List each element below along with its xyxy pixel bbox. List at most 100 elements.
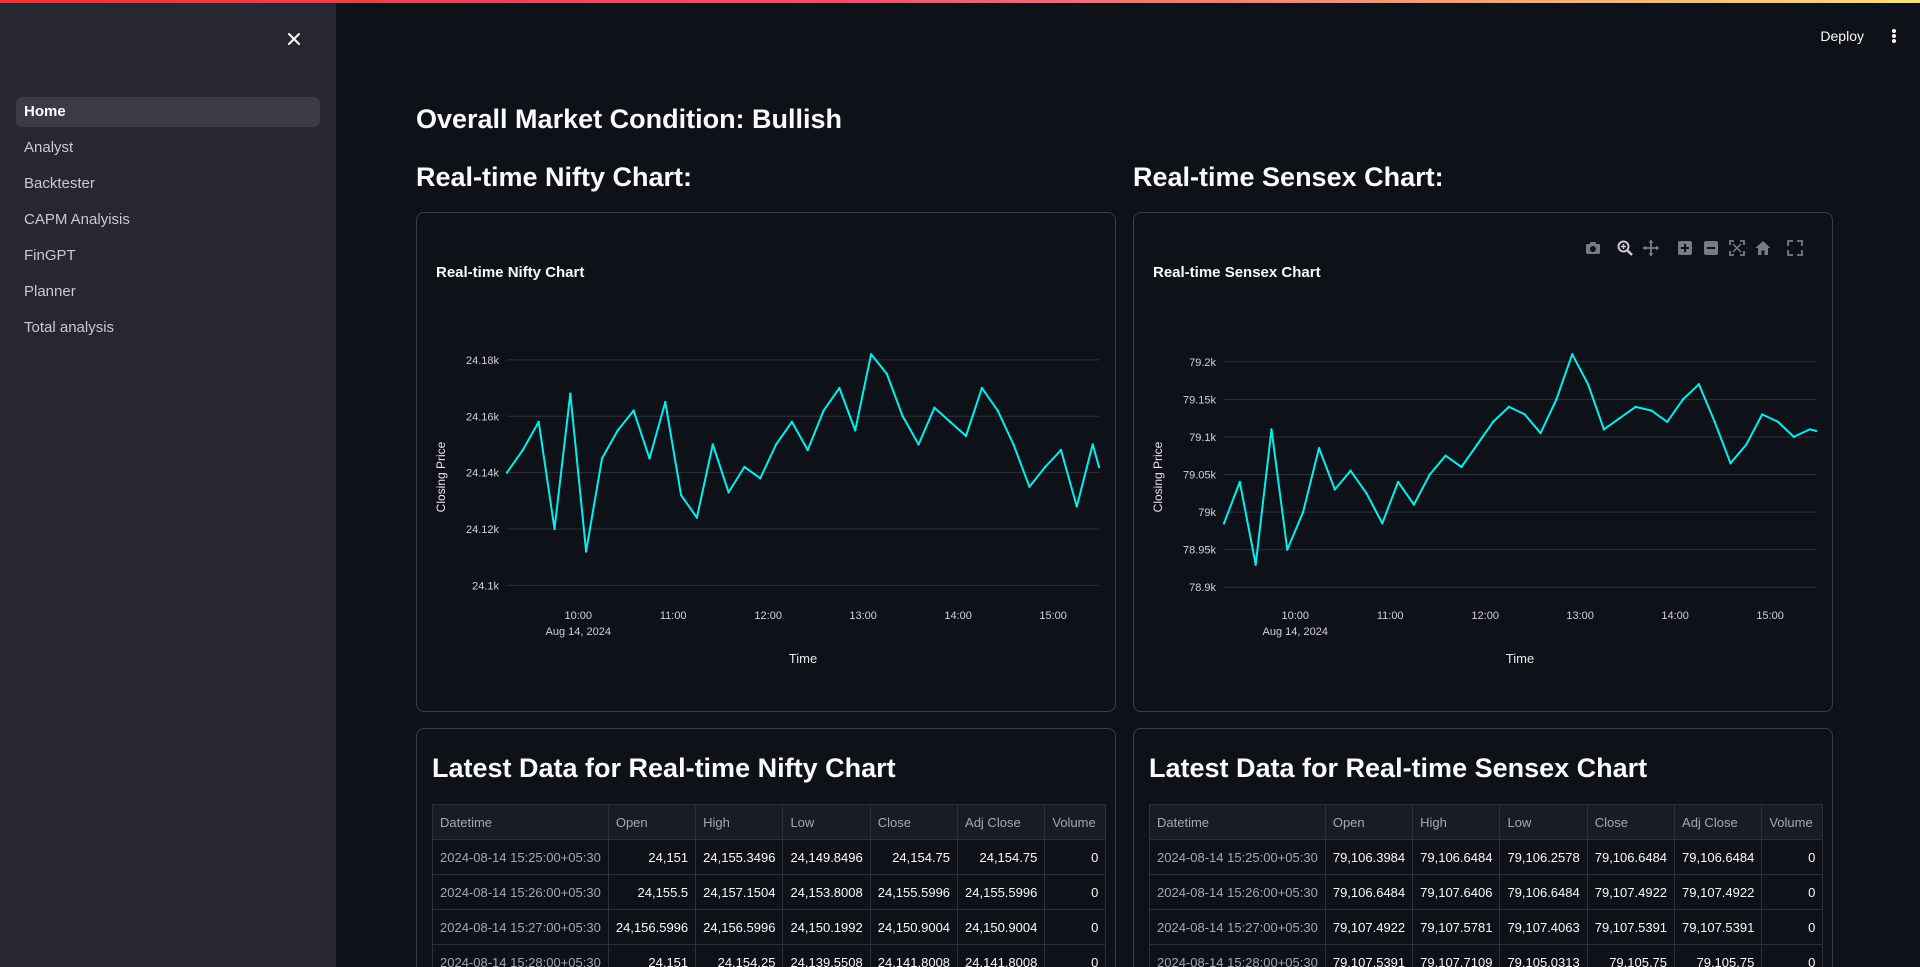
table-cell[interactable]: 24,154.25 [695,944,784,967]
sidebar-item-total-analysis[interactable]: Total analysis [16,313,320,343]
table-cell[interactable]: 24,154.75 [957,839,1046,875]
table-cell[interactable]: 79,106.6484 [1499,874,1588,910]
table-cell[interactable]: 79,105.75 [1586,944,1676,967]
table-cell[interactable]: 0 [1044,944,1107,967]
table-cell[interactable]: 2024-08-14 15:28:00+05:30 [1149,944,1326,967]
close-icon[interactable] [283,28,305,50]
nifty-chart[interactable]: 24.1k 24.12k 24.14k 24.16k 24.18k 10:00 11:00 1… [417,213,1116,712]
table-cell[interactable]: 79,106.2578 [1499,839,1588,875]
table-cell[interactable]: 79,106.3984 [1324,839,1414,875]
table-cell[interactable]: 24,150.9004 [869,909,959,945]
table-cell[interactable]: 0 [1044,874,1107,910]
table-cell[interactable]: 24,154.75 [869,839,959,875]
table-cell[interactable]: 79,105.0313 [1499,944,1588,967]
pan-icon[interactable] [1642,239,1660,257]
column-header[interactable]: Datetime [1149,804,1326,840]
sidebar-item-fingpt[interactable]: FinGPT [16,241,320,271]
table-cell[interactable]: 79,107.6406 [1412,874,1501,910]
table-cell[interactable]: 79,107.7109 [1412,944,1501,967]
sidebar-item-home[interactable]: Home [16,97,320,127]
table-cell[interactable]: 24,151 [607,839,697,875]
table-cell[interactable]: 24,141.8008 [957,944,1046,967]
autoscale-icon[interactable] [1728,239,1746,257]
table-cell[interactable]: 2024-08-14 15:27:00+05:30 [432,909,609,945]
table-cell[interactable]: 24,141.8008 [869,944,959,967]
table-cell[interactable]: 79,107.4922 [1674,874,1763,910]
column-header[interactable]: Low [782,804,871,840]
table-cell[interactable]: 24,151 [607,944,697,967]
table-cell[interactable]: 0 [1044,909,1107,945]
table-cell[interactable]: 24,150.1992 [782,909,871,945]
y-tick-label: 79.15k [1183,394,1217,406]
table-cell[interactable]: 79,107.5391 [1674,909,1763,945]
fullscreen-icon[interactable] [1786,239,1804,257]
table-cell[interactable]: 79,106.6484 [1674,839,1763,875]
table-cell[interactable]: 0 [1761,839,1824,875]
column-header[interactable]: Open [1324,804,1414,840]
table-cell[interactable]: 24,155.5996 [957,874,1046,910]
column-header[interactable]: High [1412,804,1501,840]
table-cell[interactable]: 2024-08-14 15:26:00+05:30 [432,874,609,910]
table-row: 2024-08-14 15:27:00+05:30 24,156.5996 24… [432,909,1107,945]
kebab-menu-icon[interactable] [1886,26,1902,46]
table-cell[interactable]: 24,149.8496 [782,839,871,875]
data-point [1012,443,1015,446]
data-point [1428,473,1431,476]
sidebar-item-capm-analysis[interactable]: CAPM Analyisis [16,205,320,235]
column-header[interactable]: Close [1586,804,1676,840]
table-cell[interactable]: 79,107.5781 [1412,909,1501,945]
sidebar-item-analyst[interactable]: Analyst [16,133,320,163]
sensex-data-table[interactable]: Datetime Open High Low Close Adj Close V… [1149,804,1824,967]
table-cell[interactable]: 24,153.8008 [782,874,871,910]
table-cell[interactable]: 24,155.5 [607,874,697,910]
table-cell[interactable]: 24,139.5508 [782,944,871,967]
nifty-data-table[interactable]: Datetime Open High Low Close Adj Close V… [432,804,1107,967]
table-cell[interactable]: 24,157.1504 [695,874,784,910]
table-cell[interactable]: 79,107.5391 [1324,944,1414,967]
zoom-in-icon[interactable] [1676,239,1694,257]
table-cell[interactable]: 79,107.4063 [1499,909,1588,945]
table-cell[interactable]: 0 [1761,874,1824,910]
table-cell[interactable]: 2024-08-14 15:25:00+05:30 [1149,839,1326,875]
column-header[interactable]: High [695,804,784,840]
zoom-out-icon[interactable] [1702,239,1720,257]
table-cell[interactable]: 2024-08-14 15:28:00+05:30 [432,944,609,967]
table-cell[interactable]: 24,150.9004 [957,909,1046,945]
data-point [743,465,746,469]
table-cell[interactable]: 0 [1761,909,1824,945]
column-header[interactable]: Close [869,804,959,840]
table-cell[interactable]: 24,155.3496 [695,839,784,875]
table-cell[interactable]: 24,156.5996 [695,909,784,945]
sensex-chart[interactable]: 78.9k 78.95k 79k 79.05k 79.1k 79.15k 79.2k 10:0… [1134,213,1833,712]
table-cell[interactable]: 79,106.6484 [1412,839,1501,875]
reset-axes-icon[interactable] [1754,239,1772,257]
sidebar-item-planner[interactable]: Planner [16,277,320,307]
x-date-label: Aug 14, 2024 [546,626,611,638]
column-header[interactable]: Volume [1044,804,1107,840]
column-header[interactable]: Datetime [432,804,609,840]
column-header[interactable]: Volume [1761,804,1824,840]
table-cell[interactable]: 79,107.4922 [1586,874,1676,910]
sidebar-item-backtester[interactable]: Backtester [16,169,320,199]
column-header[interactable]: Adj Close [957,804,1046,840]
table-cell[interactable]: 0 [1044,839,1107,875]
table-cell[interactable]: 2024-08-14 15:25:00+05:30 [432,839,609,875]
camera-icon[interactable] [1584,239,1602,257]
zoom-icon[interactable] [1616,239,1634,257]
table-cell[interactable]: 79,107.5391 [1586,909,1676,945]
table-cell[interactable]: 2024-08-14 15:27:00+05:30 [1149,909,1326,945]
table-cell[interactable]: 79,107.4922 [1324,909,1414,945]
table-cell[interactable]: 79,106.6484 [1586,839,1676,875]
table-cell[interactable]: 0 [1761,944,1824,967]
column-header[interactable]: Adj Close [1674,804,1763,840]
table-cell[interactable]: 24,156.5996 [607,909,697,945]
table-cell[interactable]: 24,155.5996 [869,874,959,910]
column-header[interactable]: Open [607,804,697,840]
table-cell[interactable]: 79,106.6484 [1324,874,1414,910]
table-cell[interactable]: 79,105.75 [1674,944,1763,967]
table-row: 2024-08-14 15:28:00+05:30 24,151 24,154.… [432,944,1107,967]
deploy-button[interactable]: Deploy [1820,28,1864,44]
table-cell[interactable]: 2024-08-14 15:26:00+05:30 [1149,874,1326,910]
data-point [1444,454,1447,457]
column-header[interactable]: Low [1499,804,1588,840]
